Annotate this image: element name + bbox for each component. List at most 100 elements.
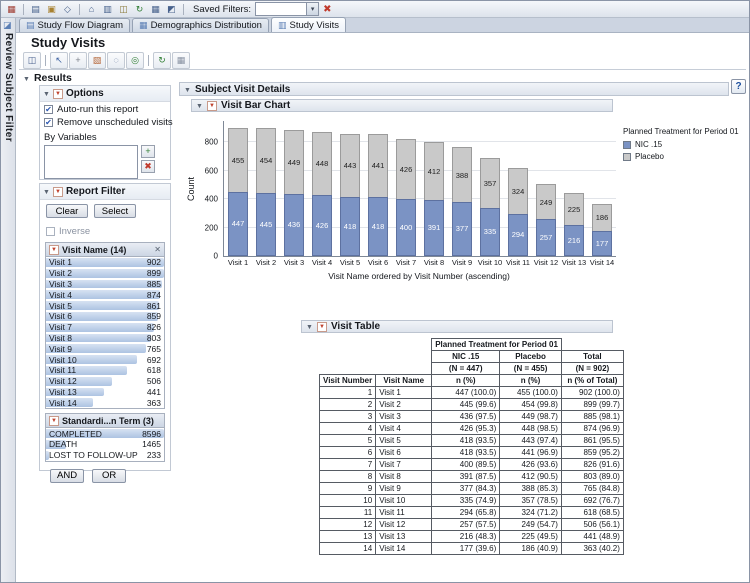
brush-tool-icon[interactable]: ▧ [88, 52, 106, 69]
placebo-segment[interactable]: 357 [480, 158, 500, 209]
nic-segment[interactable]: 418 [340, 197, 360, 256]
placebo-segment[interactable]: 324 [508, 168, 528, 214]
clear-button[interactable]: Clear [46, 204, 88, 218]
or-button[interactable]: OR [92, 469, 126, 483]
visit-table-row[interactable]: 7Visit 7400 (89.5)426 (93.6)826 (91.6) [320, 459, 624, 471]
filter-item[interactable]: Visit 5861 [46, 300, 164, 311]
visit-table-row[interactable]: 14Visit 14177 (39.6)186 (40.9)363 (40.2) [320, 543, 624, 555]
stacked-bar[interactable]: 412391 [424, 142, 444, 256]
saved-filters-combo[interactable]: ▾ [255, 2, 319, 16]
filter-item[interactable]: Visit 11618 [46, 365, 164, 376]
refresh-icon[interactable]: ↻ [132, 2, 147, 16]
visit-table-row[interactable]: 2Visit 2445 (99.6)454 (99.8)899 (99.7) [320, 399, 624, 411]
tab-study-flow-diagram[interactable]: ▤Study Flow Diagram [19, 18, 130, 32]
checkbox[interactable] [44, 105, 53, 114]
data-view-icon[interactable]: ▦ [172, 52, 190, 69]
filter-item[interactable]: Visit 13441 [46, 387, 164, 398]
legend-item[interactable]: Placebo [623, 152, 739, 161]
nic-segment[interactable]: 294 [508, 214, 528, 256]
visit-table-row[interactable]: 8Visit 8391 (87.5)412 (90.5)803 (89.0) [320, 471, 624, 483]
placebo-segment[interactable]: 388 [452, 147, 472, 202]
open-data-icon[interactable]: ▣ [44, 2, 59, 16]
nic-segment[interactable]: 391 [424, 200, 444, 256]
nic-segment[interactable]: 377 [452, 202, 472, 256]
visit-table-row[interactable]: 3Visit 3436 (97.5)449 (98.7)885 (98.1) [320, 411, 624, 423]
filter-item[interactable]: Visit 4874 [46, 289, 164, 300]
window-icon[interactable]: ◫ [23, 52, 41, 69]
zoom-tool-icon[interactable]: ◎ [126, 52, 144, 69]
visit-table-row[interactable]: 6Visit 6418 (93.5)441 (96.9)859 (95.2) [320, 447, 624, 459]
nic-segment[interactable]: 177 [592, 231, 612, 256]
nic-segment[interactable]: 400 [396, 199, 416, 256]
subject-visit-details-header[interactable]: Subject Visit Details [179, 82, 729, 96]
visit-table-row[interactable]: 10Visit 10335 (74.9)357 (78.5)692 (76.7) [320, 495, 624, 507]
collapse-triangle-icon[interactable] [23, 72, 30, 84]
stacked-bar[interactable]: 426400 [396, 139, 416, 256]
placebo-segment[interactable]: 443 [340, 134, 360, 197]
nic-segment[interactable]: 257 [536, 219, 556, 256]
stacked-bar[interactable]: 225216 [564, 193, 584, 256]
stacked-bar[interactable]: 455447 [228, 128, 248, 256]
report-filter-menu-icon[interactable] [53, 187, 63, 197]
results-outline[interactable]: Results [23, 72, 72, 84]
close-icon[interactable] [154, 246, 161, 254]
nic-segment[interactable]: 335 [480, 208, 500, 256]
new-data-table-icon[interactable]: ▤ [28, 2, 43, 16]
placebo-segment[interactable]: 454 [256, 128, 276, 193]
placebo-segment[interactable]: 426 [396, 139, 416, 200]
visit-table-row[interactable]: 1Visit 1447 (100.0)455 (100.0)902 (100.0… [320, 387, 624, 399]
select-button[interactable]: Select [94, 204, 136, 218]
inverse-checkbox[interactable] [46, 227, 55, 236]
app-menu-icon[interactable]: ▦ [4, 2, 19, 16]
placebo-segment[interactable]: 449 [284, 130, 304, 194]
stacked-bar[interactable]: 249257 [536, 184, 556, 256]
nic-segment[interactable]: 447 [228, 192, 248, 256]
review-subject-filter-panel[interactable]: ◪ Review Subject Filter [1, 18, 16, 583]
legend-item[interactable]: NIC .15 [623, 140, 739, 149]
and-button[interactable]: AND [50, 469, 84, 483]
filter-item[interactable]: Visit 10692 [46, 354, 164, 365]
tab-demographics-distribution[interactable]: ▦Demographics Distribution [132, 18, 269, 32]
placebo-segment[interactable]: 455 [228, 128, 248, 193]
visit-table-row[interactable]: 4Visit 4426 (95.3)448 (98.5)874 (96.9) [320, 423, 624, 435]
placebo-segment[interactable]: 448 [312, 132, 332, 196]
filter-item[interactable]: Visit 2899 [46, 268, 164, 279]
rerun-icon[interactable]: ↻ [153, 52, 171, 69]
visit-table-header[interactable]: Visit Table [301, 320, 613, 333]
nic-segment[interactable]: 436 [284, 194, 304, 256]
stacked-bar[interactable]: 443418 [340, 134, 360, 256]
nic-segment[interactable]: 445 [256, 193, 276, 256]
filter-item[interactable]: Visit 1902 [46, 257, 164, 268]
filter-item[interactable]: Visit 9765 [46, 343, 164, 354]
tab-study-visits[interactable]: ▥Study Visits [271, 17, 346, 32]
save-icon[interactable]: ◇ [60, 2, 75, 16]
placebo-segment[interactable]: 249 [536, 184, 556, 219]
placebo-segment[interactable]: 186 [592, 204, 612, 230]
filter-item[interactable]: Visit 3885 [46, 279, 164, 290]
table-menu-icon[interactable] [317, 322, 327, 332]
visit-bar-chart-header[interactable]: Visit Bar Chart [191, 99, 613, 112]
collapse-triangle-icon[interactable] [306, 321, 313, 332]
visit-table-row[interactable]: 11Visit 11294 (65.8)324 (71.2)618 (68.5) [320, 507, 624, 519]
filter-item[interactable]: COMPLETED8596 [46, 428, 164, 439]
options-menu-icon[interactable] [53, 89, 63, 99]
nic-segment[interactable]: 426 [312, 195, 332, 256]
reports-icon[interactable]: ▥ [100, 2, 115, 16]
lasso-tool-icon[interactable]: ◌ [107, 52, 125, 69]
filter-item[interactable]: Visit 7826 [46, 322, 164, 333]
chart-menu-icon[interactable] [207, 101, 217, 111]
stacked-bar[interactable]: 186177 [592, 204, 612, 256]
stacked-bar[interactable]: 449436 [284, 130, 304, 256]
stacked-bar[interactable]: 357335 [480, 158, 500, 256]
notes-icon[interactable]: ◫ [116, 2, 131, 16]
visit-table-row[interactable]: 9Visit 9377 (84.3)388 (85.3)765 (84.8) [320, 483, 624, 495]
by-variables-listbox[interactable] [44, 145, 138, 179]
pointer-tool-icon[interactable]: ↖ [50, 52, 68, 69]
visit-table-row[interactable]: 12Visit 12257 (57.5)249 (54.7)506 (56.1) [320, 519, 624, 531]
stacked-bar[interactable]: 441418 [368, 134, 388, 256]
stacked-bar[interactable]: 324294 [508, 168, 528, 256]
chevron-down-icon[interactable]: ▾ [306, 3, 318, 15]
option-row[interactable]: Auto-run this report [40, 102, 170, 115]
grabber-tool-icon[interactable]: + [69, 52, 87, 69]
studies-icon[interactable]: ⌂ [84, 2, 99, 16]
